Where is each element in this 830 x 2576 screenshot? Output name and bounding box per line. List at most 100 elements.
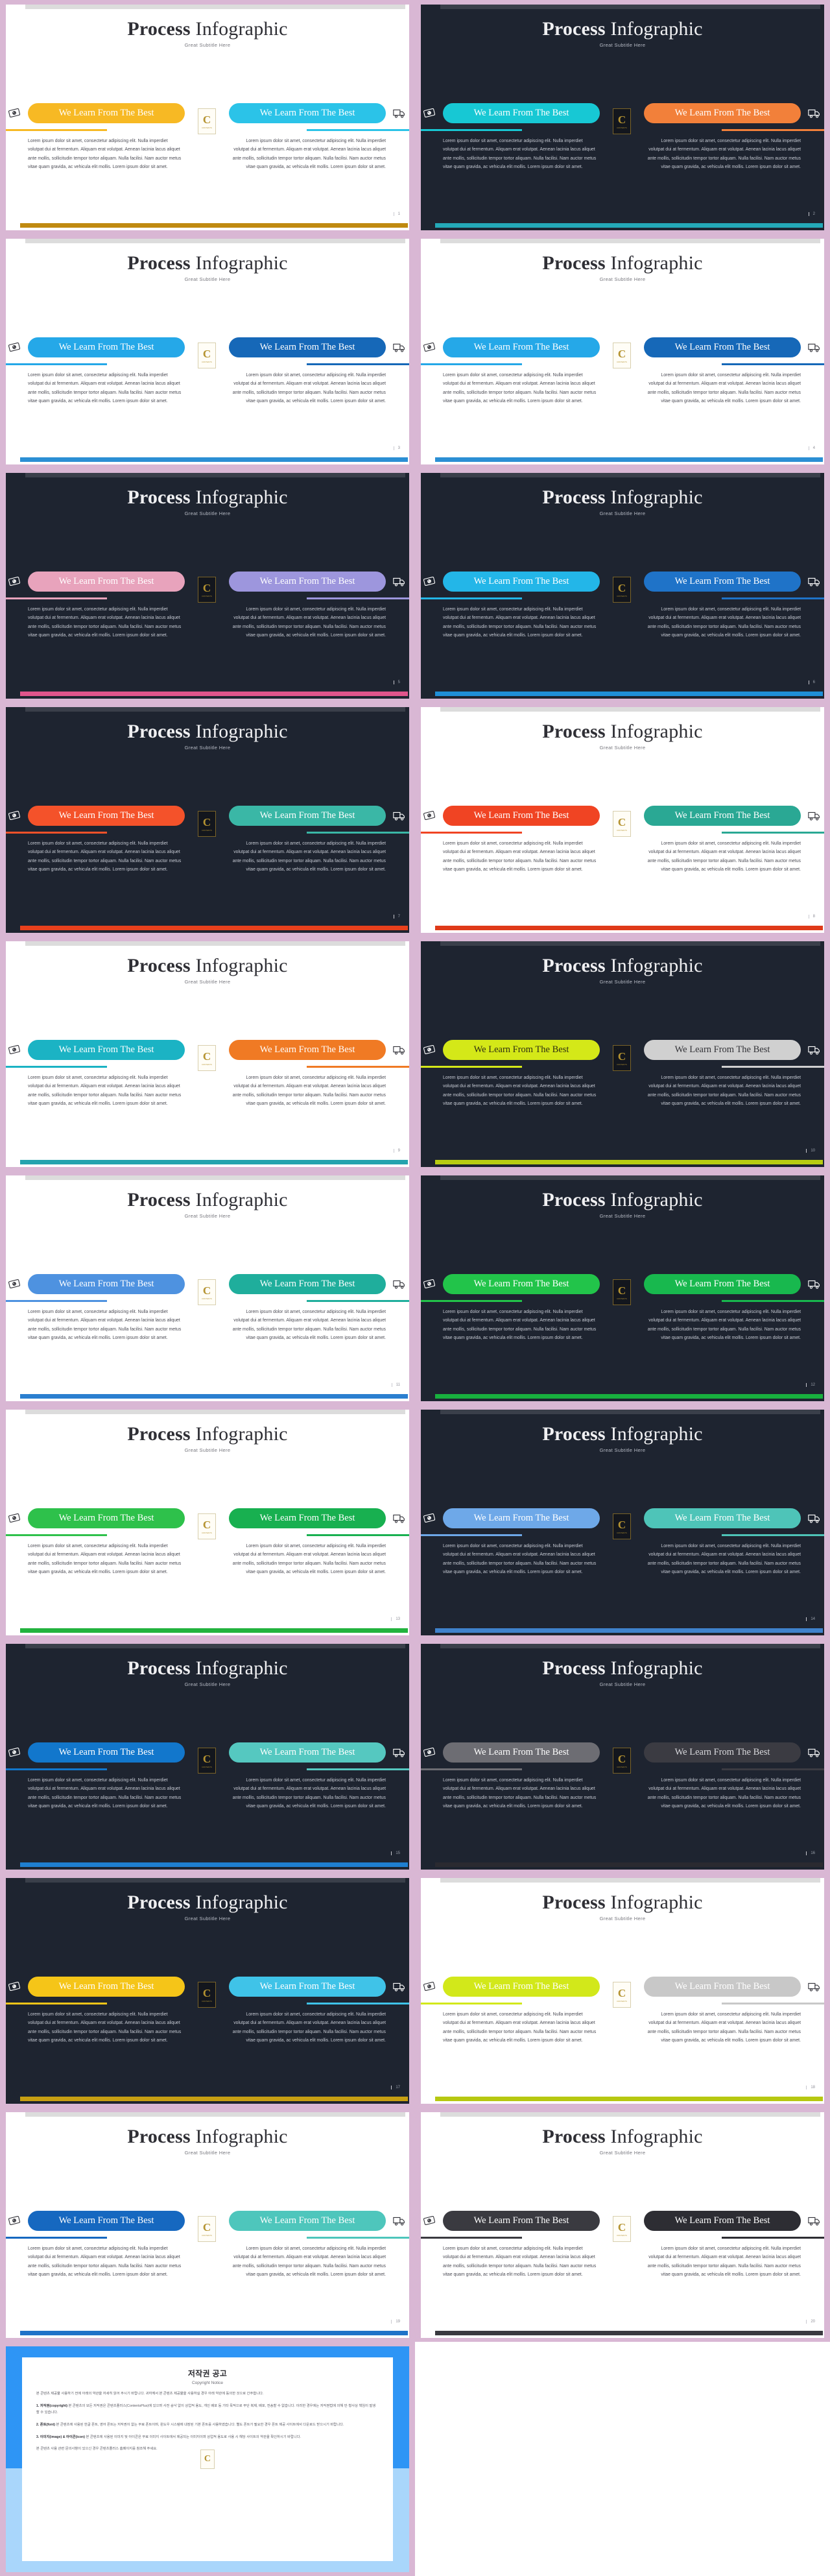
rule-left xyxy=(421,1768,600,1770)
pill-right[interactable]: We Learn From The Best xyxy=(644,102,801,123)
slide-15[interactable]: Process Infographic Great Subtitle Here xyxy=(0,1639,415,1873)
pill-left[interactable]: We Learn From The Best xyxy=(443,1742,600,1763)
center-spacer: C CONTENTS xyxy=(185,804,229,837)
page-title: Process Infographic xyxy=(6,1424,409,1445)
pill-left[interactable]: We Learn From The Best xyxy=(28,337,185,357)
slide-14[interactable]: Process Infographic Great Subtitle Here xyxy=(415,1405,830,1639)
slide-7[interactable]: Process Infographic Great Subtitle Here xyxy=(0,703,415,937)
pill-left[interactable]: We Learn From The Best xyxy=(443,1976,600,1997)
pill-right[interactable]: We Learn From The Best xyxy=(644,1742,801,1763)
footer-bar xyxy=(20,457,408,462)
pill-right[interactable]: We Learn From The Best xyxy=(229,805,386,826)
pill-left[interactable]: We Learn From The Best xyxy=(443,805,600,826)
slide-19[interactable]: Process Infographic Great Subtitle Here xyxy=(0,2108,415,2342)
slide-17[interactable]: Process Infographic Great Subtitle Here xyxy=(0,1873,415,2108)
title-bold: Process xyxy=(127,487,191,508)
pill-right[interactable]: We Learn From The Best xyxy=(644,1039,801,1060)
slide-10[interactable]: Process Infographic Great Subtitle Here xyxy=(415,937,830,1171)
page-number: 19 xyxy=(391,2320,400,2324)
pill-right[interactable]: We Learn From The Best xyxy=(229,571,386,592)
pill-right[interactable]: We Learn From The Best xyxy=(644,805,801,826)
footer-bar xyxy=(435,1394,823,1399)
column-right: We Learn From The Best Lorem ipsum dolor… xyxy=(644,102,824,172)
page-subtitle: Great Subtitle Here xyxy=(599,1915,646,1921)
pill-right[interactable]: We Learn From The Best xyxy=(644,1508,801,1528)
pill-right[interactable]: We Learn From The Best xyxy=(229,337,386,357)
badge-letter: C xyxy=(202,347,211,360)
pill-left[interactable]: We Learn From The Best xyxy=(28,1039,185,1060)
body-text-right: Lorem ipsum dolor sit amet, consectetur … xyxy=(232,841,386,873)
slide-12[interactable]: Process Infographic Great Subtitle Here xyxy=(415,1171,830,1405)
slide-5[interactable]: Process Infographic Great Subtitle Here xyxy=(0,468,415,703)
pill-right[interactable]: We Learn From The Best xyxy=(229,1976,386,1997)
pill-right[interactable]: We Learn From The Best xyxy=(644,1273,801,1294)
pill-right[interactable]: We Learn From The Best xyxy=(644,2210,801,2231)
column-right: We Learn From The Best Lorem ipsum dolor… xyxy=(229,570,409,640)
pill-left[interactable]: We Learn From The Best xyxy=(443,102,600,123)
pill-left[interactable]: We Learn From The Best xyxy=(28,102,185,123)
pill-left[interactable]: We Learn From The Best xyxy=(28,1273,185,1294)
center-spacer: C CONTENTS xyxy=(600,1975,644,2008)
slide-1[interactable]: Process Infographic Great Subtitle Here xyxy=(0,0,415,234)
slide-top-cap xyxy=(25,1175,405,1180)
pill-row-left: We Learn From The Best xyxy=(6,2209,185,2232)
pill-right[interactable]: We Learn From The Best xyxy=(229,2210,386,2231)
pill-right[interactable]: We Learn From The Best xyxy=(644,571,801,592)
pill-left[interactable]: We Learn From The Best xyxy=(28,1508,185,1528)
rule-left xyxy=(6,597,185,599)
pill-right[interactable]: We Learn From The Best xyxy=(229,102,386,123)
footer-bar xyxy=(20,1862,408,1867)
content-columns: We Learn From The Best Lorem ipsum dolor… xyxy=(6,102,409,172)
slide-6[interactable]: Process Infographic Great Subtitle Here xyxy=(415,468,830,703)
slide-11[interactable]: Process Infographic Great Subtitle Here xyxy=(0,1171,415,1405)
badge-caption: CONTENTS xyxy=(202,1532,212,1534)
slide-9[interactable]: Process Infographic Great Subtitle Here xyxy=(0,937,415,1171)
slide-20[interactable]: Process Infographic Great Subtitle Here xyxy=(415,2108,830,2342)
pill-left[interactable]: We Learn From The Best xyxy=(28,2210,185,2231)
pill-right[interactable]: We Learn From The Best xyxy=(229,1039,386,1060)
pill-left[interactable]: We Learn From The Best xyxy=(28,1742,185,1763)
slide-header: Process Infographic Great Subtitle Here xyxy=(421,1190,824,1219)
slide-16[interactable]: Process Infographic Great Subtitle Here xyxy=(415,1639,830,1873)
slide-stage: Process Infographic Great Subtitle Here xyxy=(6,941,409,1167)
slide-4[interactable]: Process Infographic Great Subtitle Here xyxy=(415,234,830,468)
pill-row-right: We Learn From The Best xyxy=(644,1039,823,1061)
slide-8[interactable]: Process Infographic Great Subtitle Here xyxy=(415,703,830,937)
pill-left[interactable]: We Learn From The Best xyxy=(443,337,600,357)
pill-left[interactable]: We Learn From The Best xyxy=(443,2210,600,2231)
slide-2[interactable]: Process Infographic Great Subtitle Here xyxy=(415,0,830,234)
page-title: Process Infographic xyxy=(6,19,409,40)
content-columns: We Learn From The Best Lorem ipsum dolor… xyxy=(421,102,824,172)
badge-letter: C xyxy=(617,113,626,126)
center-spacer: C CONTENTS xyxy=(600,1273,644,1305)
badge-letter: C xyxy=(202,113,211,126)
footer-bar xyxy=(20,1628,408,1633)
slide-13[interactable]: Process Infographic Great Subtitle Here xyxy=(0,1405,415,1639)
pill-left[interactable]: We Learn From The Best xyxy=(443,1508,600,1528)
slide-18[interactable]: Process Infographic Great Subtitle Here xyxy=(415,1873,830,2108)
pill-right[interactable]: We Learn From The Best xyxy=(644,337,801,357)
pill-row-right: We Learn From The Best xyxy=(229,1507,408,1529)
pill-row-right: We Learn From The Best xyxy=(644,2209,823,2232)
pill-right[interactable]: We Learn From The Best xyxy=(644,1976,801,1997)
title-light: Infographic xyxy=(190,721,288,742)
page-number: 2 xyxy=(807,212,815,216)
slide-copyright[interactable]: 저작권 공고 Copyright Notice 본 콘텐츠 제공물 사용하기 전… xyxy=(0,2342,415,2576)
slide-3[interactable]: Process Infographic Great Subtitle Here xyxy=(0,234,415,468)
pill-left[interactable]: We Learn From The Best xyxy=(28,805,185,826)
slide-top-cap xyxy=(25,1644,405,1648)
pill-left[interactable]: We Learn From The Best xyxy=(443,1273,600,1294)
body-text-left: Lorem ipsum dolor sit amet, consectetur … xyxy=(28,2012,182,2043)
pill-right[interactable]: We Learn From The Best xyxy=(229,1273,386,1294)
pill-left[interactable]: We Learn From The Best xyxy=(28,1976,185,1997)
pill-left[interactable]: We Learn From The Best xyxy=(443,1039,600,1060)
pill-left[interactable]: We Learn From The Best xyxy=(443,571,600,592)
title-bold: Process xyxy=(127,1189,191,1210)
pill-right[interactable]: We Learn From The Best xyxy=(229,1508,386,1528)
body-text-left: Lorem ipsum dolor sit amet, consectetur … xyxy=(28,607,182,638)
pill-right[interactable]: We Learn From The Best xyxy=(229,1742,386,1763)
pill-left[interactable]: We Learn From The Best xyxy=(28,571,185,592)
page-title: Process Infographic xyxy=(6,487,409,508)
badge-letter: C xyxy=(617,815,626,828)
money-note-icon xyxy=(6,1041,23,1058)
